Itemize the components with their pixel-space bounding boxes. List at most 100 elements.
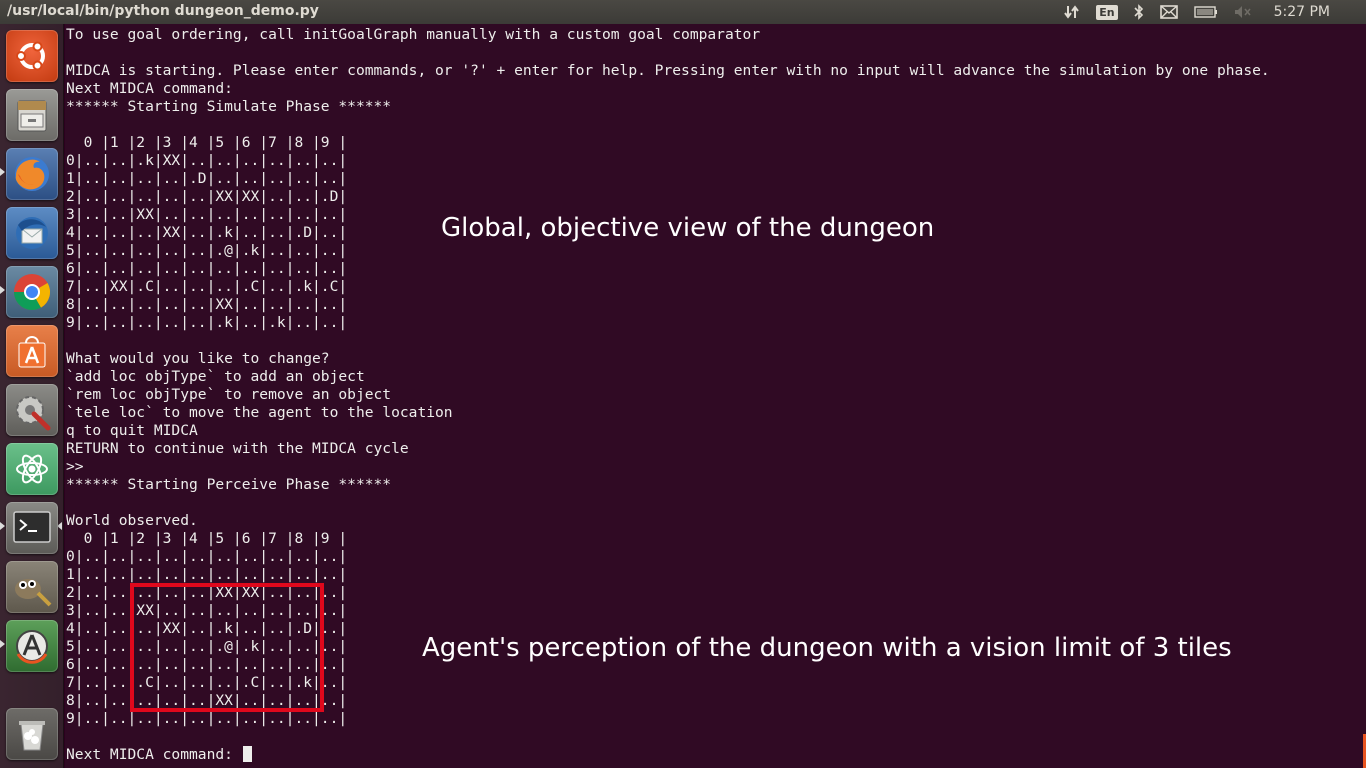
terminal-line: `tele loc` to move the agent to the loca… xyxy=(66,404,1270,422)
terminal-launcher[interactable] xyxy=(6,502,58,554)
trash-launcher[interactable] xyxy=(6,708,58,760)
terminal-line-text: To use goal ordering, call initGoalGraph… xyxy=(66,26,761,43)
terminal-line: ****** Starting Simulate Phase ****** xyxy=(66,98,1270,116)
terminal-line: World observed. xyxy=(66,512,1270,530)
terminal-line-text: Next MIDCA command: xyxy=(66,746,242,763)
terminal-line-text: 0|..|..|..|..|..|..|..|..|..|..| xyxy=(66,548,348,565)
terminal-line-text: 0|..|..|.k|XX|..|..|..|..|..|..| xyxy=(66,152,348,169)
terminal-line-text: `rem loc objType` to remove an object xyxy=(66,386,392,403)
running-indicator xyxy=(0,286,5,294)
terminal-line: RETURN to continue with the MIDCA cycle xyxy=(66,440,1270,458)
language-label: En xyxy=(1096,4,1118,20)
terminal-line-text: ****** Starting Simulate Phase ****** xyxy=(66,98,392,115)
prompt-line[interactable]: Next MIDCA command: xyxy=(66,746,1270,764)
terminal-line-text: RETURN to continue with the MIDCA cycle xyxy=(66,440,409,457)
network-updown-icon[interactable] xyxy=(1064,4,1080,20)
terminal-line: 9|..|..|..|..|..|.k|..|.k|..|..| xyxy=(66,314,1270,332)
terminal-line: 2|..|..|..|..|..|XX|XX|..|..|.D| xyxy=(66,188,1270,206)
system-settings-launcher[interactable] xyxy=(6,384,58,436)
terminal-line-text: 6|..|..|..|..|..|..|..|..|..|..| xyxy=(66,260,348,277)
annotation-agent-perception: Agent's perception of the dungeon with a… xyxy=(422,633,1232,663)
thunderbird-icon xyxy=(10,211,54,255)
terminal-line: `add loc objType` to add an object xyxy=(66,368,1270,386)
terminal-line-text: 7|..|XX|.C|..|..|..|.C|..|.k|.C| xyxy=(66,278,348,295)
trash-icon xyxy=(12,714,52,754)
terminal-line-text: MIDCA is starting. Please enter commands… xyxy=(66,62,1270,79)
terminal-line-text: `add loc objType` to add an object xyxy=(66,368,365,385)
terminal-line-text: `tele loc` to move the agent to the loca… xyxy=(66,404,453,421)
terminal-line: Next MIDCA command: xyxy=(66,80,1270,98)
file-cabinet-icon xyxy=(12,95,52,135)
terminal-line: 9|..|..|..|..|..|..|..|..|..|..| xyxy=(66,710,1270,728)
terminal-line-text: 4|..|..|..|XX|..|.k|..|..|.D|..| xyxy=(66,224,348,241)
terminal-line: q to quit MIDCA xyxy=(66,422,1270,440)
volume-muted-icon[interactable] xyxy=(1234,5,1252,19)
terminal-line: 6|..|..|..|..|..|..|..|..|..|..| xyxy=(66,260,1270,278)
terminal-line: >> xyxy=(66,458,1270,476)
terminal-line: 0|..|..|.k|XX|..|..|..|..|..|..| xyxy=(66,152,1270,170)
launcher xyxy=(0,24,64,768)
terminal-line: 0 |1 |2 |3 |4 |5 |6 |7 |8 |9 | xyxy=(66,530,1270,548)
battery-icon[interactable] xyxy=(1193,5,1218,19)
terminal-line: 1|..|..|..|..|.D|..|..|..|..|..| xyxy=(66,170,1270,188)
terminal-line: `rem loc objType` to remove an object xyxy=(66,386,1270,404)
top-panel: /usr/local/bin/python dungeon_demo.py En… xyxy=(0,0,1366,24)
dash-home-button[interactable] xyxy=(6,30,58,82)
keyboard-language-indicator[interactable]: En xyxy=(1096,4,1118,20)
firefox-icon xyxy=(10,152,54,196)
annotation-global-view: Global, objective view of the dungeon xyxy=(441,213,935,243)
terminal-line: 7|..|XX|.C|..|..|..|.C|..|.k|.C| xyxy=(66,278,1270,296)
terminal-line-text: World observed. xyxy=(66,512,198,529)
running-indicator xyxy=(0,168,5,176)
terminal-line: 8|..|..|..|..|..|XX|..|..|..|..| xyxy=(66,296,1270,314)
window-title: /usr/local/bin/python dungeon_demo.py xyxy=(7,3,319,19)
terminal-line-text: 8|..|..|..|..|..|XX|..|..|..|..| xyxy=(66,296,348,313)
clock[interactable]: 5:27 PM xyxy=(1274,4,1330,20)
mail-icon[interactable] xyxy=(1159,5,1178,19)
gear-wrench-icon xyxy=(10,388,54,432)
terminal-icon xyxy=(10,506,54,550)
bluetooth-icon[interactable] xyxy=(1134,4,1144,20)
update-icon xyxy=(10,624,54,668)
terminal-line: To use goal ordering, call initGoalGraph… xyxy=(66,26,1270,44)
terminal-line-text: 2|..|..|..|..|..|XX|XX|..|..|.D| xyxy=(66,188,348,205)
indicator-area: En 5:27 PM xyxy=(1048,0,1366,24)
ubuntu-logo-icon xyxy=(12,36,52,76)
chrome-launcher[interactable] xyxy=(6,266,58,318)
terminal-line-text: 9|..|..|..|..|..|..|..|..|..|..| xyxy=(66,710,348,727)
atom-launcher[interactable] xyxy=(6,443,58,495)
terminal-line: 0 |1 |2 |3 |4 |5 |6 |7 |8 |9 | xyxy=(66,134,1270,152)
vision-limit-highlight-box xyxy=(130,583,324,712)
thunderbird-launcher[interactable] xyxy=(6,207,58,259)
terminal-line: 5|..|..|..|..|..|.@|.k|..|..|..| xyxy=(66,242,1270,260)
terminal-line-text: q to quit MIDCA xyxy=(66,422,198,439)
gimp-icon xyxy=(10,565,54,609)
files-launcher[interactable] xyxy=(6,89,58,141)
running-indicator xyxy=(0,640,5,648)
terminal-line-text: 0 |1 |2 |3 |4 |5 |6 |7 |8 |9 | xyxy=(66,530,348,547)
firefox-launcher[interactable] xyxy=(6,148,58,200)
atom-icon xyxy=(12,449,52,489)
shopping-bag-icon xyxy=(12,331,52,371)
terminal-line: 0|..|..|..|..|..|..|..|..|..|..| xyxy=(66,548,1270,566)
chrome-icon xyxy=(10,270,54,314)
gimp-launcher[interactable] xyxy=(6,561,58,613)
terminal-line-text: 3|..|..|XX|..|..|..|..|..|..|..| xyxy=(66,206,348,223)
terminal-line-text: >> xyxy=(66,458,84,475)
terminal-line-text: 9|..|..|..|..|..|.k|..|.k|..|..| xyxy=(66,314,348,331)
terminal-line-text: 1|..|..|..|..|.D|..|..|..|..|..| xyxy=(66,170,348,187)
terminal-line-text: 5|..|..|..|..|..|.@|.k|..|..|..| xyxy=(66,242,348,259)
running-indicator xyxy=(0,522,5,530)
terminal-line: 1|..|..|..|..|..|..|..|..|..|..| xyxy=(66,566,1270,584)
updater-launcher[interactable] xyxy=(6,620,58,672)
terminal-line: What would you like to change? xyxy=(66,350,1270,368)
terminal-line-text: ****** Starting Perceive Phase ****** xyxy=(66,476,392,493)
software-center-launcher[interactable] xyxy=(6,325,58,377)
terminal-line: MIDCA is starting. Please enter commands… xyxy=(66,62,1270,80)
terminal-line: ****** Starting Perceive Phase ****** xyxy=(66,476,1270,494)
